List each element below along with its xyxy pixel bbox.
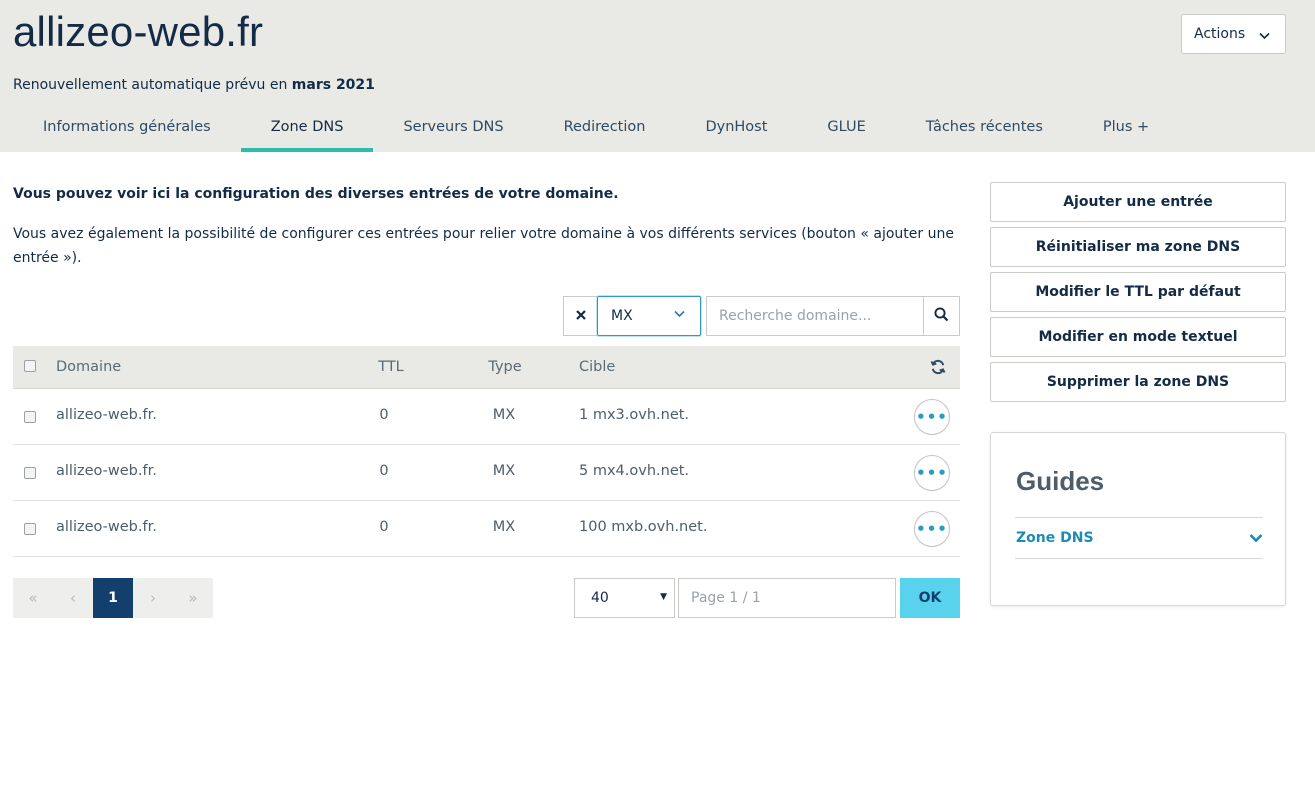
tab-bar: Informations générales Zone DNS Serveurs…: [13, 106, 1179, 152]
row-actions-button[interactable]: •••: [914, 399, 950, 435]
reset-dns-zone-button[interactable]: Réinitialiser ma zone DNS: [990, 227, 1286, 267]
more-dots-icon: •••: [916, 464, 948, 482]
tab-informations-generales[interactable]: Informations générales: [13, 106, 241, 152]
divider: [1015, 517, 1263, 518]
table-row: allizeo-web.fr. 0 MX 100 mxb.ovh.net. ••…: [13, 501, 960, 557]
cell-type: MX: [492, 519, 516, 535]
text-mode-button[interactable]: Modifier en mode textuel: [990, 317, 1286, 357]
search-icon: [934, 306, 949, 326]
pagination: « ‹ 1 › »: [13, 578, 213, 618]
next-page-button[interactable]: ›: [133, 578, 173, 618]
cell-cible: 5 mx4.ovh.net.: [579, 463, 690, 479]
page-number-input[interactable]: Page 1 / 1: [678, 578, 896, 618]
actions-dropdown-button[interactable]: Actions: [1181, 14, 1286, 54]
tab-redirection[interactable]: Redirection: [534, 106, 676, 152]
modify-default-ttl-button[interactable]: Modifier le TTL par défaut: [990, 272, 1286, 312]
first-page-button[interactable]: «: [13, 578, 53, 618]
tab-taches-recentes[interactable]: Tâches récentes: [896, 106, 1073, 152]
dns-records-table: Domaine TTL Type Cible allizeo-web.fr. 0…: [13, 346, 960, 557]
cell-domaine: allizeo-web.fr.: [56, 407, 157, 423]
chevron-down-icon: [1259, 30, 1270, 43]
column-type[interactable]: Type: [483, 359, 527, 375]
renewal-text: Renouvellement automatique prévu en: [13, 77, 292, 93]
table-row: allizeo-web.fr. 0 MX 1 mx3.ovh.net. •••: [13, 389, 960, 445]
prev-page-button[interactable]: ‹: [53, 578, 93, 618]
clear-filter-button[interactable]: [563, 296, 597, 336]
select-all-checkbox[interactable]: [24, 360, 36, 372]
intro-heading: Vous pouvez voir ici la configuration de…: [13, 186, 619, 202]
actions-label: Actions: [1194, 26, 1246, 42]
cell-domaine: allizeo-web.fr.: [56, 519, 157, 535]
more-dots-icon: •••: [916, 408, 948, 426]
per-page-value: 40: [591, 590, 609, 606]
tab-serveurs-dns[interactable]: Serveurs DNS: [373, 106, 533, 152]
column-ttl[interactable]: TTL: [371, 359, 411, 375]
intro-description: Vous avez également la possibilité de co…: [13, 226, 954, 266]
guide-zone-dns-link[interactable]: Zone DNS: [1016, 530, 1094, 546]
close-icon: [575, 308, 586, 324]
search-domain-input[interactable]: Recherche domaine...: [706, 296, 924, 336]
cell-domaine: allizeo-web.fr.: [56, 463, 157, 479]
guides-panel: Guides Zone DNS: [990, 432, 1286, 606]
cell-type: MX: [492, 463, 516, 479]
chevron-down-icon[interactable]: [1249, 531, 1263, 547]
cell-ttl: 0: [379, 463, 389, 479]
cell-ttl: 0: [379, 407, 389, 423]
delete-dns-zone-button[interactable]: Supprimer la zone DNS: [990, 362, 1286, 402]
cell-cible: 100 mxb.ovh.net.: [579, 519, 708, 535]
tab-glue[interactable]: GLUE: [797, 106, 895, 152]
row-checkbox[interactable]: [24, 523, 36, 535]
per-page-select[interactable]: 40 ▼: [574, 578, 675, 618]
cell-type: MX: [492, 407, 516, 423]
domain-header: allizeo-web.fr Renouvellement automatiqu…: [0, 0, 1315, 152]
row-checkbox[interactable]: [24, 411, 36, 423]
guides-title: Guides: [1016, 466, 1105, 496]
column-cible[interactable]: Cible: [579, 359, 615, 375]
search-button[interactable]: [923, 296, 960, 336]
tab-dynhost[interactable]: DynHost: [675, 106, 797, 152]
more-dots-icon: •••: [916, 520, 948, 538]
page-ok-button[interactable]: OK: [900, 578, 960, 618]
current-page-button[interactable]: 1: [93, 578, 133, 618]
refresh-icon[interactable]: [930, 359, 946, 379]
table-row: allizeo-web.fr. 0 MX 5 mx4.ovh.net. •••: [13, 445, 960, 501]
row-actions-button[interactable]: •••: [914, 455, 950, 491]
divider: [1015, 558, 1263, 559]
chevron-down-icon: [674, 308, 685, 321]
table-header: Domaine TTL Type Cible: [13, 346, 960, 389]
record-type-select[interactable]: MX: [597, 296, 701, 336]
record-type-value: MX: [611, 308, 633, 324]
add-entry-button[interactable]: Ajouter une entrée: [990, 182, 1286, 222]
renewal-date: mars 2021: [291, 77, 375, 93]
cell-cible: 1 mx3.ovh.net.: [579, 407, 690, 423]
page-title: allizeo-web.fr: [13, 8, 264, 55]
row-checkbox[interactable]: [24, 467, 36, 479]
cell-ttl: 0: [379, 519, 389, 535]
last-page-button[interactable]: »: [173, 578, 213, 618]
renewal-info: Renouvellement automatique prévu en mars…: [13, 77, 375, 93]
tab-plus[interactable]: Plus +: [1073, 106, 1179, 152]
row-actions-button[interactable]: •••: [914, 511, 950, 547]
tab-zone-dns[interactable]: Zone DNS: [240, 106, 374, 152]
column-domaine[interactable]: Domaine: [56, 359, 121, 375]
caret-down-icon: ▼: [660, 592, 667, 602]
